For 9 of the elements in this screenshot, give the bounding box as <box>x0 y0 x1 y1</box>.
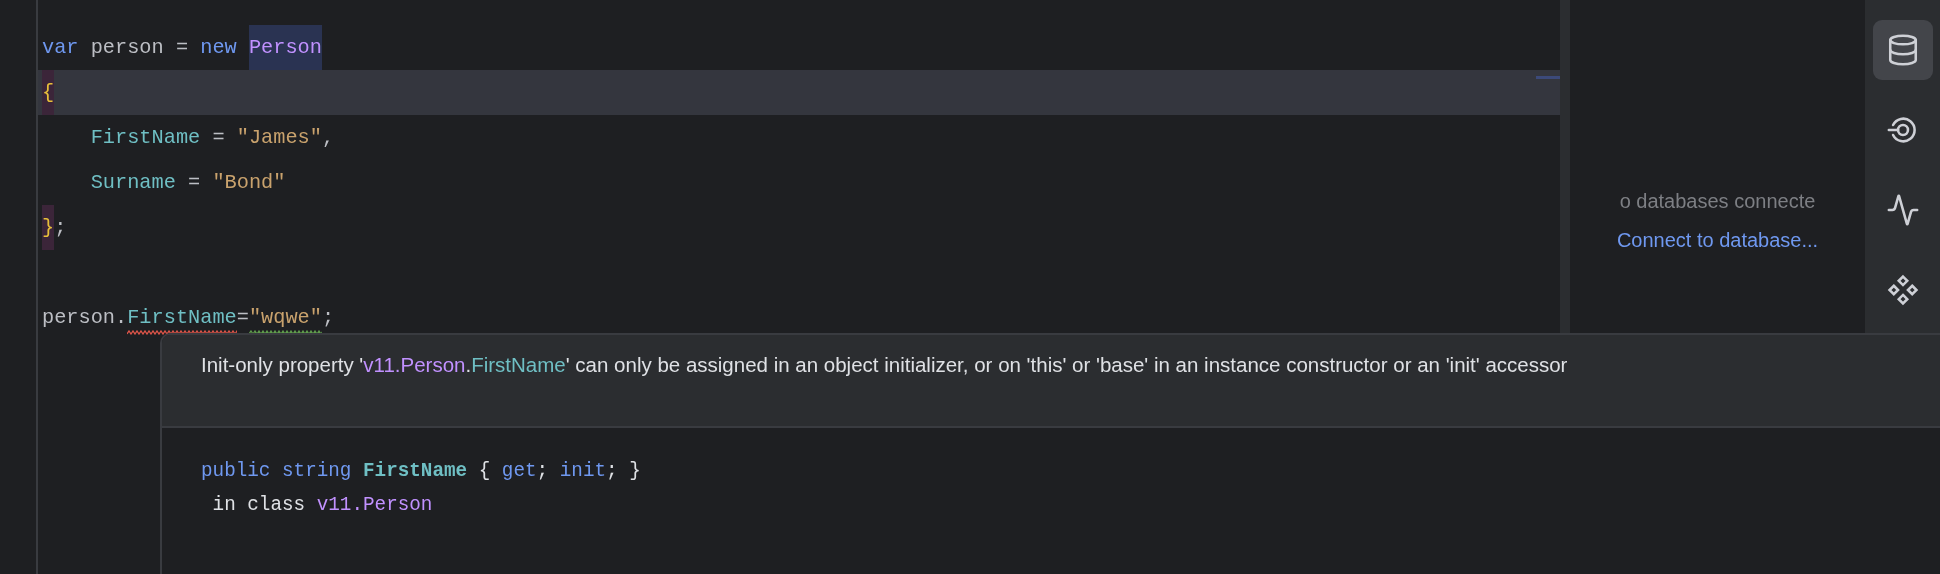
connect-link[interactable]: Connect to database... <box>1616 229 1819 252</box>
empty-message: o databases connecte <box>1619 190 1816 213</box>
tool-window-button[interactable] <box>1872 20 1933 80</box>
error-message: Init-only property 'v11.Person.FirstName' can only be assigned in an object initializer, or on 'this' or 'base' in an instance constructor or an 'init' accessor <box>201 352 1569 378</box>
diamond-grid-icon <box>1885 273 1920 307</box>
activity-icon <box>1885 193 1920 227</box>
declaration-line: public string FirstName { get; init; } <box>201 459 642 484</box>
declaration-line: in class v11.Person <box>211 493 434 518</box>
scroll-marker <box>1536 76 1560 79</box>
